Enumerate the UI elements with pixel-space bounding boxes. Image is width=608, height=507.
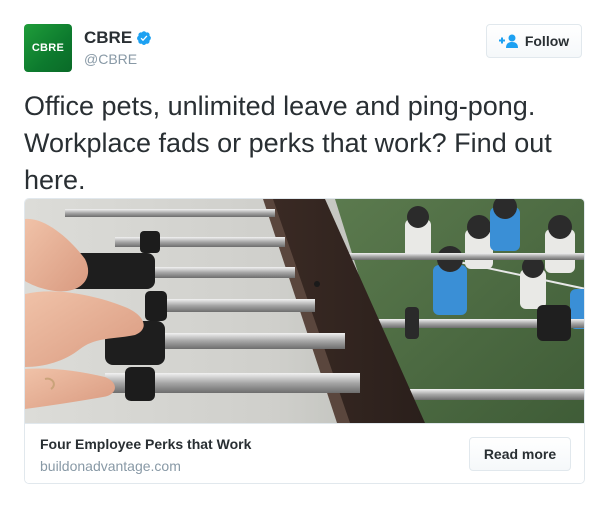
read-more-button[interactable]: Read more: [469, 437, 571, 471]
avatar-logo-text: CBRE: [31, 42, 65, 54]
link-card[interactable]: Four Employee Perks that Work buildonadv…: [24, 198, 585, 484]
follow-button[interactable]: Follow: [486, 24, 582, 58]
tweet-text: Office pets, unlimited leave and ping-po…: [24, 91, 552, 195]
verified-badge-icon: [137, 31, 152, 45]
avatar[interactable]: CBRE: [24, 24, 72, 72]
add-user-icon: [498, 34, 518, 48]
card-domain[interactable]: buildonadvantage.com: [40, 458, 181, 474]
user-handle[interactable]: @CBRE: [84, 51, 137, 67]
card-title[interactable]: Four Employee Perks that Work: [40, 436, 251, 452]
card-footer: Four Employee Perks that Work buildonadv…: [25, 423, 584, 483]
display-name[interactable]: CBRE: [84, 28, 132, 48]
foosball-photo[interactable]: [25, 199, 585, 423]
embedded-tweet: CBRE CBRE @CBRE Follow Office pets, unli…: [0, 0, 608, 507]
follow-label: Follow: [524, 33, 570, 49]
name-row[interactable]: CBRE: [84, 28, 152, 48]
